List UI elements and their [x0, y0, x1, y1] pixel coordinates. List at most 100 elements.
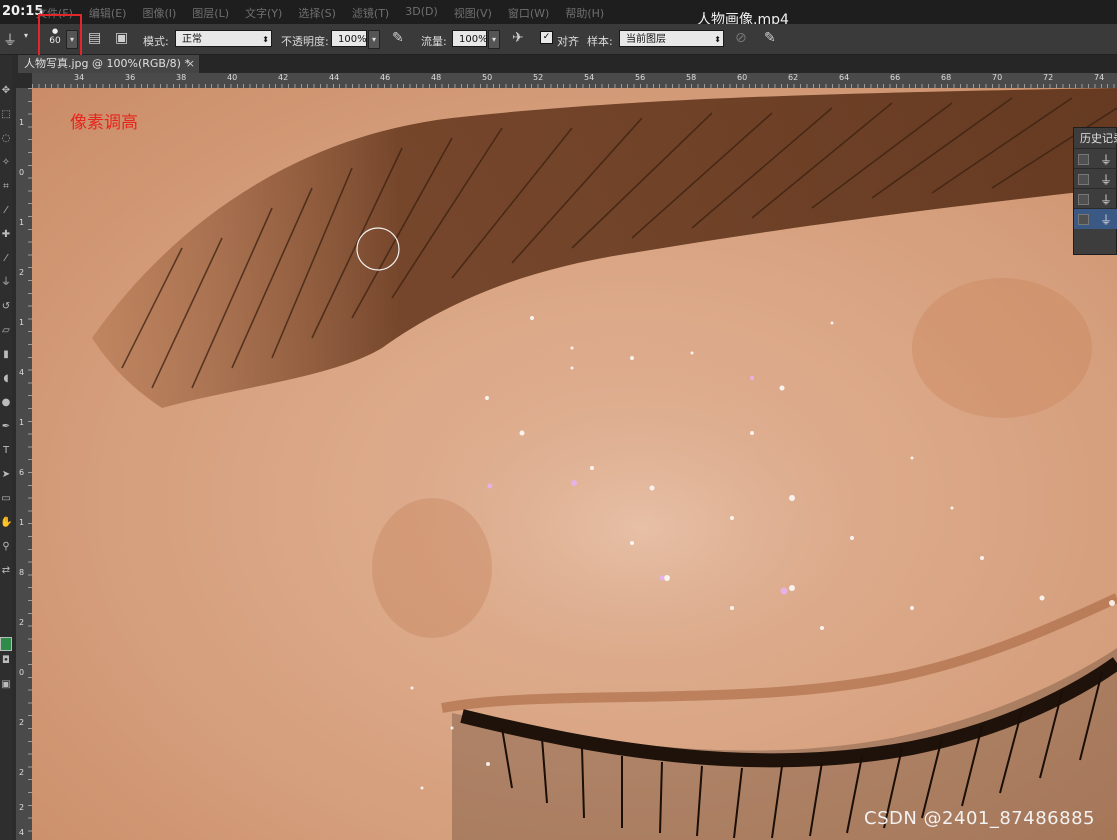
history-snapshot-checkbox[interactable] — [1078, 194, 1089, 205]
sample-select-arrow-icon: ⬍ — [714, 35, 721, 44]
menu-3d[interactable]: 3D(D) — [405, 5, 438, 21]
flow-slider-arrow[interactable]: ▾ — [488, 30, 500, 49]
menu-layer[interactable]: 图层(L) — [192, 5, 229, 21]
brush-picker-arrow[interactable]: ▾ — [66, 30, 78, 49]
document-canvas[interactable] — [32, 88, 1117, 840]
options-bar: ⏚ ▾ ● 60 ▾ ▤ ▣ 模式: 正常 ⬍ 不透明度: 100% ▾ ✎ 流… — [0, 14, 1117, 68]
history-state-row-active[interactable]: ⏚ — [1074, 208, 1117, 229]
ruler-tick-label: 34 — [74, 73, 85, 82]
ruler-tick-label: 40 — [227, 73, 238, 82]
toggle-brush-panel-icon[interactable]: ▤ — [88, 30, 101, 46]
move-tool-icon[interactable]: ✥ — [0, 85, 12, 97]
menu-select[interactable]: 选择(S) — [298, 5, 336, 21]
history-state-row[interactable]: ⏚ — [1074, 168, 1117, 189]
mode-select-arrow-icon: ⬍ — [262, 35, 269, 44]
ruler-vertical: 1 0 1 2 1 4 1 6 1 8 2 0 2 2 2 4 — [16, 88, 32, 840]
history-snapshot-checkbox[interactable] — [1078, 174, 1089, 185]
clone-stamp-tool-icon[interactable]: ⏚ — [0, 277, 12, 289]
swap-colors-icon[interactable]: ⇄ — [0, 565, 12, 577]
shape-tool-icon[interactable]: ▭ — [0, 493, 12, 505]
airbrush-icon[interactable]: ✈ — [512, 30, 524, 46]
menu-type[interactable]: 文字(Y) — [245, 5, 282, 21]
eyedropper-tool-icon[interactable]: ⁄ — [0, 205, 12, 217]
annotation-text: 像素调高 — [70, 113, 138, 133]
screen-mode-icon[interactable]: ▣ — [0, 679, 12, 691]
toggle-clone-source-panel-icon[interactable]: ▣ — [115, 30, 128, 46]
menu-edit[interactable]: 编辑(E) — [89, 5, 127, 21]
ruler-horizontal: 34 36 38 40 42 44 46 48 50 52 54 56 58 6… — [32, 73, 1117, 89]
healing-brush-tool-icon[interactable]: ✚ — [0, 229, 12, 241]
history-brush-tool-icon[interactable]: ↺ — [0, 301, 12, 313]
blur-tool-icon[interactable]: ◖ — [0, 373, 12, 385]
pressure-opacity-icon[interactable]: ✎ — [392, 30, 404, 46]
history-state-row[interactable]: ⏚ — [1074, 148, 1117, 169]
marquee-tool-icon[interactable]: ⬚ — [0, 109, 12, 121]
watermark: CSDN @2401_87486885 — [864, 808, 1095, 829]
stamp-icon: ⏚ — [1100, 213, 1113, 227]
ruler-tick-label: 68 — [941, 73, 952, 82]
brush-preset-picker[interactable]: ● 60 — [46, 27, 64, 49]
crop-tool-icon[interactable]: ⌗ — [0, 181, 12, 193]
history-panel-title: 历史记录 — [1080, 132, 1117, 145]
history-snapshot-checkbox[interactable] — [1078, 154, 1089, 165]
hand-tool-icon[interactable]: ✋ — [0, 517, 12, 529]
history-state-row[interactable]: ⏚ — [1074, 188, 1117, 209]
ruler-tick-label: 46 — [380, 73, 391, 82]
flow-value: 100% — [459, 34, 488, 45]
ruler-tick-label: 4 — [19, 368, 25, 377]
close-tab-icon[interactable]: × — [186, 55, 195, 73]
eraser-tool-icon[interactable]: ▱ — [0, 325, 12, 337]
ruler-tick-label: 1 — [19, 218, 25, 227]
ruler-tick-label: 74 — [1094, 73, 1105, 82]
stamp-icon: ⏚ — [1100, 153, 1113, 167]
history-panel: 历史记录 ⏚ ⏚ ⏚ ⏚ — [1073, 127, 1117, 255]
gradient-tool-icon[interactable]: ▮ — [0, 349, 12, 361]
ruler-tick-label: 52 — [533, 73, 544, 82]
sample-select[interactable]: 当前图层 ⬍ — [619, 30, 724, 47]
pressure-size-icon[interactable]: ✎ — [764, 30, 776, 46]
ignore-adjustment-layers-icon[interactable]: ⊘ — [735, 30, 747, 46]
menu-help[interactable]: 帮助(H) — [565, 5, 604, 21]
eye-closeup-photo — [32, 88, 1117, 840]
menu-view[interactable]: 视图(V) — [454, 5, 492, 21]
opacity-slider-arrow[interactable]: ▾ — [368, 30, 380, 49]
type-tool-icon[interactable]: T — [0, 445, 12, 457]
menu-bar: 20:15 文件(F) 编辑(E) 图像(I) 图层(L) 文字(Y) 选择(S… — [0, 0, 1117, 28]
flow-label: 流量: — [421, 35, 447, 48]
ruler-tick-label: 58 — [686, 73, 697, 82]
ruler-tick-label: 1 — [19, 118, 25, 127]
menu-image[interactable]: 图像(I) — [142, 5, 176, 21]
mode-select[interactable]: 正常 ⬍ — [175, 30, 272, 47]
clone-stamp-tool-icon[interactable]: ⏚ — [3, 30, 17, 50]
aligned-checkbox[interactable]: ✓ — [540, 31, 553, 44]
menu-window[interactable]: 窗口(W) — [508, 5, 549, 21]
ruler-tick-label: 8 — [19, 568, 25, 577]
tool-preset-arrow-icon[interactable]: ▾ — [24, 31, 28, 40]
pen-tool-icon[interactable]: ✒ — [0, 421, 12, 433]
ruler-tick-label: 56 — [635, 73, 646, 82]
document-tab[interactable]: 人物写真.jpg @ 100%(RGB/8) * × — [18, 55, 199, 73]
opacity-label: 不透明度: — [281, 35, 329, 48]
menu-filter[interactable]: 滤镜(T) — [352, 5, 389, 21]
quick-select-tool-icon[interactable]: ✧ — [0, 157, 12, 169]
flow-field[interactable]: 100% — [452, 30, 488, 47]
sample-label: 样本: — [587, 35, 613, 48]
ruler-tick-label: 2 — [19, 803, 25, 812]
ruler-tick-label: 0 — [19, 168, 25, 177]
quick-mask-icon[interactable]: ◘ — [0, 655, 12, 667]
path-select-tool-icon[interactable]: ➤ — [0, 469, 12, 481]
zoom-tool-icon[interactable]: ⚲ — [0, 541, 12, 553]
ruler-tick-label: 66 — [890, 73, 901, 82]
aligned-label: 对齐 — [557, 35, 579, 48]
brush-tool-icon[interactable]: ⁄ — [0, 253, 12, 265]
dodge-tool-icon[interactable]: ● — [0, 397, 12, 409]
foreground-color-swatch[interactable] — [0, 637, 12, 651]
menu-list: 文件(F) 编辑(E) 图像(I) 图层(L) 文字(Y) 选择(S) 滤镜(T… — [36, 5, 620, 21]
ruler-tick-label: 2 — [19, 768, 25, 777]
ruler-tick-label: 2 — [19, 718, 25, 727]
ruler-tick-label: 48 — [431, 73, 442, 82]
tools-panel: ✥ ⬚ ◌ ✧ ⌗ ⁄ ✚ ⁄ ⏚ ↺ ▱ ▮ ◖ ● ✒ T ➤ ▭ ✋ ⚲ … — [0, 55, 12, 840]
history-snapshot-checkbox[interactable] — [1078, 214, 1089, 225]
opacity-field[interactable]: 100% — [331, 30, 367, 47]
lasso-tool-icon[interactable]: ◌ — [0, 133, 12, 145]
